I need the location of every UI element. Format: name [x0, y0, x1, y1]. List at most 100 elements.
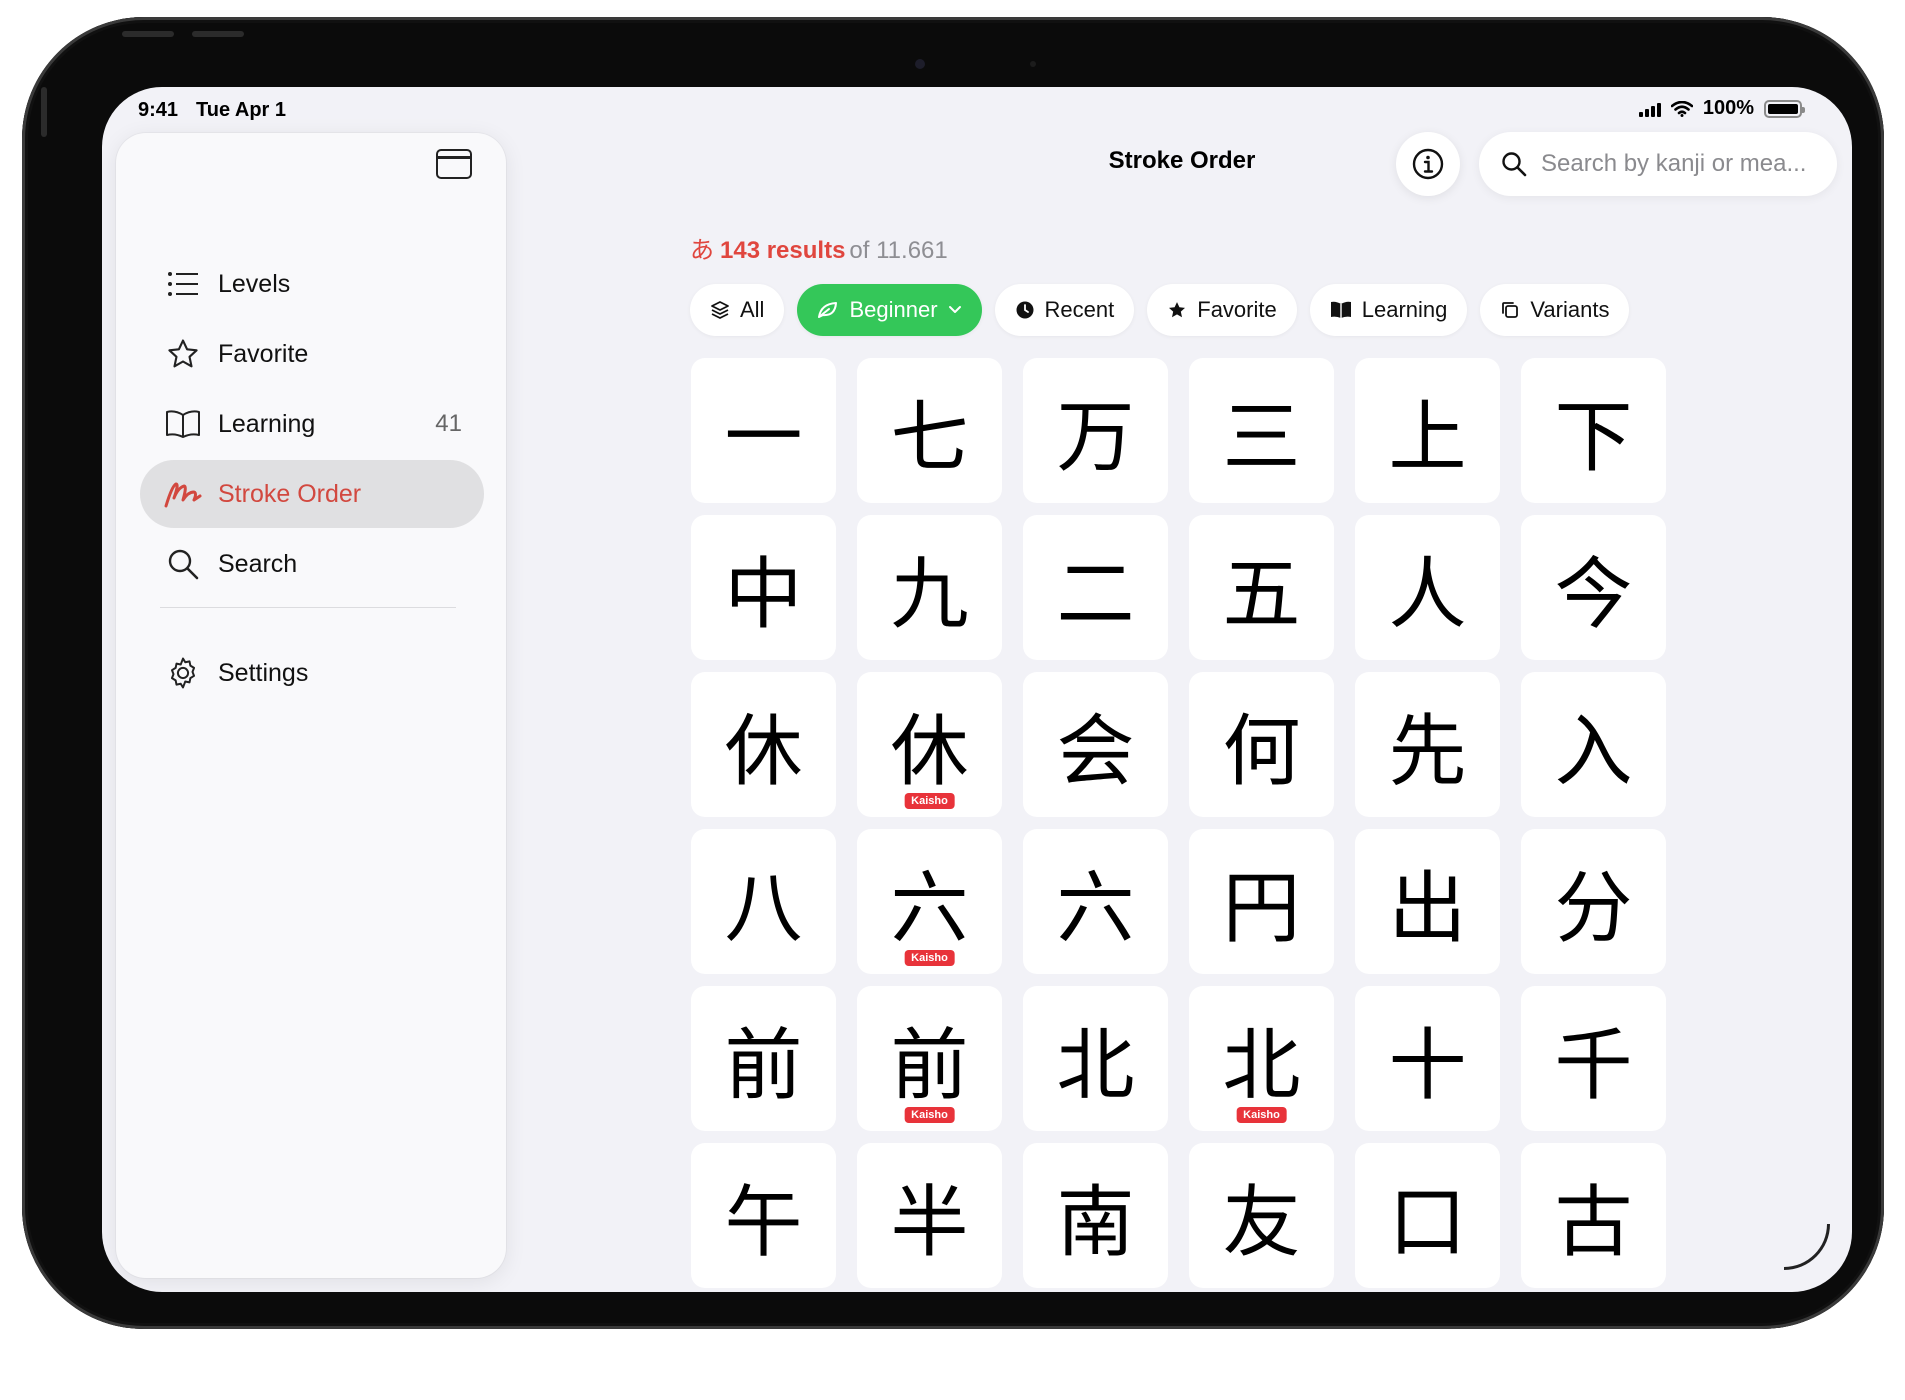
- filter-label: Favorite: [1197, 297, 1277, 322]
- kanji-tile[interactable]: 前 Kaisho: [857, 986, 1002, 1131]
- kanji-tile[interactable]: 友: [1189, 1143, 1334, 1288]
- kanji-tile[interactable]: 休 Kaisho: [857, 672, 1002, 817]
- star-icon: [164, 335, 202, 373]
- kanji-tile[interactable]: 三: [1189, 358, 1334, 503]
- list-icon: [164, 265, 202, 303]
- sidebar-item-stroke-order[interactable]: Stroke Order: [140, 460, 484, 528]
- kanji-tile[interactable]: 千: [1521, 986, 1666, 1131]
- status-time: 9:41: [138, 99, 179, 121]
- sidebar-item-learning[interactable]: Learning 41: [140, 390, 484, 458]
- kaisho-badge: Kaisho: [1236, 1107, 1287, 1123]
- kanji-tile[interactable]: 半: [857, 1143, 1002, 1288]
- kana-icon: あ: [690, 237, 714, 264]
- kanji-character: 分: [1554, 863, 1633, 954]
- kanji-character: 万: [1056, 392, 1135, 483]
- kanji-character: 前: [890, 1020, 969, 1111]
- kanji-tile[interactable]: 分: [1521, 829, 1666, 974]
- kanji-character: 休: [724, 706, 803, 797]
- kaisho-badge: Kaisho: [904, 1107, 955, 1123]
- filter-variants[interactable]: Variants: [1480, 284, 1630, 336]
- kanji-character: 入: [1554, 706, 1633, 797]
- kanji-tile[interactable]: 八: [691, 829, 836, 974]
- cellular-signal-icon: [1638, 101, 1661, 117]
- book-icon: [164, 405, 202, 443]
- kanji-character: 人: [1388, 549, 1467, 640]
- filter-label: Learning: [1361, 297, 1448, 322]
- kanji-character: 友: [1222, 1177, 1301, 1268]
- kanji-tile[interactable]: 中: [691, 515, 836, 660]
- kanji-tile[interactable]: 入: [1521, 672, 1666, 817]
- top-button: [192, 31, 244, 37]
- wifi-icon: [1670, 100, 1693, 117]
- kanji-tile[interactable]: 下: [1521, 358, 1666, 503]
- kanji-character: 半: [890, 1177, 969, 1268]
- filter-all[interactable]: All: [690, 284, 785, 336]
- layers-icon: [711, 301, 729, 319]
- side-button: [41, 87, 47, 137]
- star-fill-icon: [1169, 302, 1186, 318]
- kanji-tile[interactable]: 出: [1355, 829, 1500, 974]
- sidebar-item-search[interactable]: Search: [140, 530, 484, 598]
- kanji-tile[interactable]: 六: [1023, 829, 1168, 974]
- sidebar-item-levels[interactable]: Levels: [140, 250, 484, 318]
- kanji-tile[interactable]: 休: [691, 672, 836, 817]
- filter-recent[interactable]: Recent: [994, 284, 1135, 336]
- kanji-tile[interactable]: 前: [691, 986, 836, 1131]
- sidebar-divider: [160, 607, 456, 608]
- kanji-character: 口: [1388, 1177, 1467, 1268]
- search-input[interactable]: Search by kanji or mea...: [1479, 132, 1837, 196]
- kanji-tile[interactable]: 万: [1023, 358, 1168, 503]
- kanji-tile[interactable]: 五: [1189, 515, 1334, 660]
- info-button[interactable]: [1396, 132, 1460, 196]
- kanji-tile[interactable]: 六 Kaisho: [857, 829, 1002, 974]
- kanji-tile[interactable]: 今: [1521, 515, 1666, 660]
- kanji-character: 前: [724, 1020, 803, 1111]
- sidebar-item-label: Favorite: [218, 339, 309, 368]
- sidebar-item-label: Stroke Order: [218, 479, 362, 508]
- battery-percentage: 100%: [1702, 97, 1754, 119]
- kanji-grid: 一七万三上下中九二五人今休休 Kaisho 会何先入八六 Kaisho 六円出分前前 Ka…: [691, 358, 1666, 1288]
- filter-learning[interactable]: Learning: [1309, 284, 1468, 336]
- kanji-tile[interactable]: 北: [1023, 986, 1168, 1131]
- kanji-character: 八: [724, 863, 803, 954]
- kanji-character: 中: [724, 549, 803, 640]
- top-button: [122, 31, 174, 37]
- kanji-tile[interactable]: 北 Kaisho: [1189, 986, 1334, 1131]
- kanji-tile[interactable]: 一: [691, 358, 836, 503]
- kanji-tile[interactable]: 上: [1355, 358, 1500, 503]
- results-count: 143 results: [720, 237, 846, 264]
- kanji-character: 今: [1554, 549, 1633, 640]
- kanji-tile[interactable]: 会: [1023, 672, 1168, 817]
- kanji-character: 出: [1388, 863, 1467, 954]
- kanji-character: 二: [1056, 549, 1135, 640]
- kanji-character: 上: [1388, 392, 1467, 483]
- filter-label: Beginner: [849, 297, 938, 322]
- kanji-tile[interactable]: 九: [857, 515, 1002, 660]
- kanji-tile[interactable]: 午: [691, 1143, 836, 1288]
- clock-icon: [1016, 301, 1034, 319]
- kanji-tile[interactable]: 十: [1355, 986, 1500, 1131]
- screen-corner-indicator: [1784, 1224, 1830, 1270]
- sidebar-toggle-icon[interactable]: [436, 149, 472, 179]
- kanji-character: 一: [724, 392, 803, 483]
- search-icon: [1502, 152, 1527, 177]
- page-title: Stroke Order: [1108, 147, 1256, 174]
- kanji-character: 午: [724, 1177, 803, 1268]
- kanji-character: 六: [1056, 863, 1135, 954]
- kanji-tile[interactable]: 七: [857, 358, 1002, 503]
- kanji-tile[interactable]: 人: [1355, 515, 1500, 660]
- kanji-tile[interactable]: 口: [1355, 1143, 1500, 1288]
- sidebar-item-favorite[interactable]: Favorite: [140, 320, 484, 388]
- filter-beginner[interactable]: Beginner: [797, 284, 982, 336]
- kanji-tile[interactable]: 先: [1355, 672, 1500, 817]
- kanji-tile[interactable]: 古: [1521, 1143, 1666, 1288]
- sidebar-item-settings[interactable]: Settings: [140, 639, 484, 707]
- kanji-tile[interactable]: 南: [1023, 1143, 1168, 1288]
- kanji-tile[interactable]: 何: [1189, 672, 1334, 817]
- kanji-tile[interactable]: 二: [1023, 515, 1168, 660]
- filter-label: Variants: [1530, 297, 1610, 322]
- kaisho-badge: Kaisho: [904, 793, 955, 809]
- kanji-tile[interactable]: 円: [1189, 829, 1334, 974]
- filter-favorite[interactable]: Favorite: [1147, 284, 1297, 336]
- book-fill-icon: [1330, 301, 1351, 318]
